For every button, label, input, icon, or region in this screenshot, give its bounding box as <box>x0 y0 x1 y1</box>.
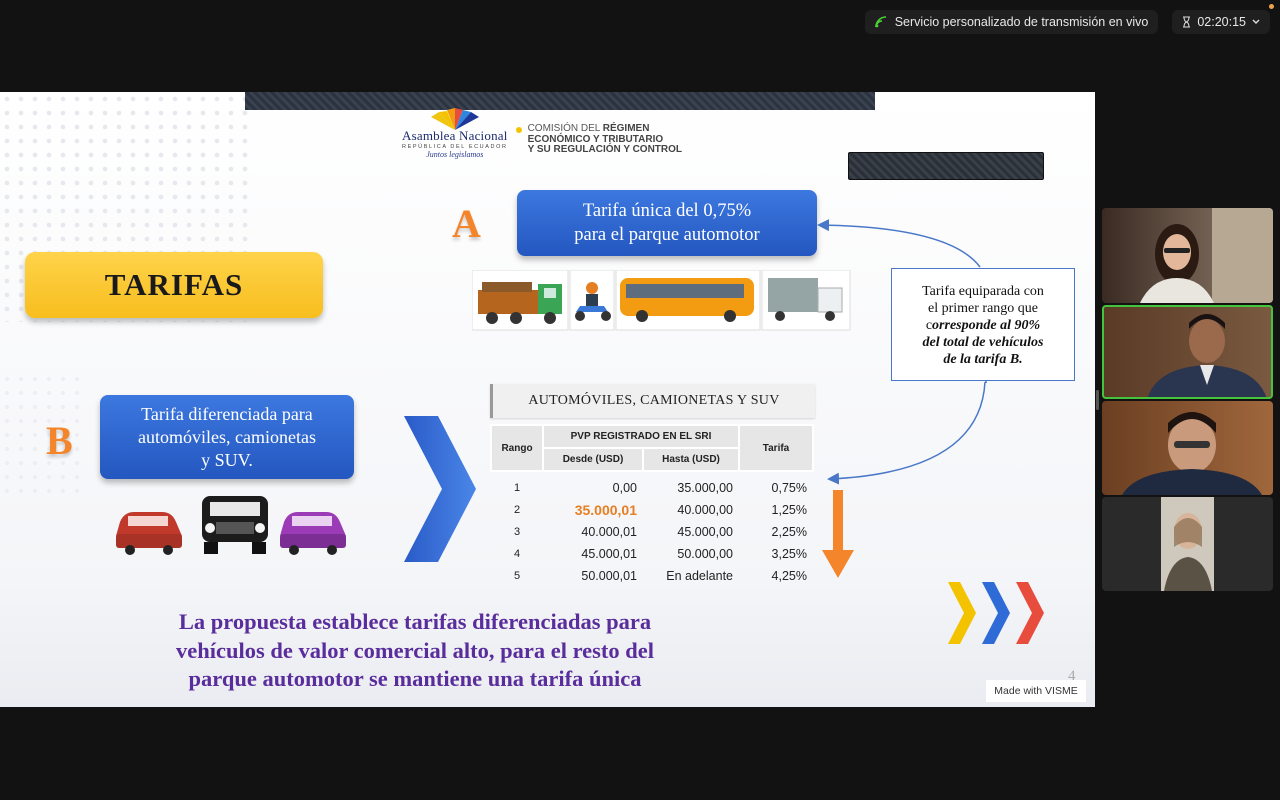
row-rate: 0,75% <box>771 481 807 495</box>
section-a-letter: A <box>452 201 481 246</box>
chevron-right-icon <box>404 416 476 562</box>
participant-avatar <box>1147 314 1267 399</box>
vehicle-images-a <box>472 270 851 331</box>
live-stream-label: Servicio personalizado de transmisión en… <box>894 15 1149 29</box>
participant-tile-1[interactable] <box>1102 208 1273 303</box>
dump-truck-icon <box>472 270 569 331</box>
red-car-icon <box>116 512 182 555</box>
row-to: 50.000,00 <box>677 547 733 561</box>
logo-name: Asamblea Nacional <box>402 128 508 143</box>
row-rate: 2,25% <box>771 525 807 539</box>
participant-avatar <box>1161 497 1214 591</box>
bottom-line2: vehículos de valor comercial alto, para … <box>175 637 655 663</box>
purple-car-icon <box>280 512 346 555</box>
meeting-timer[interactable]: 02:20:15 <box>1172 10 1270 34</box>
section-a-box: Tarifa única del 0,75% para el parque au… <box>517 190 817 256</box>
row-rate: 3,25% <box>771 547 807 561</box>
slide-title: TARIFAS <box>104 267 244 302</box>
panel-resize-handle[interactable] <box>1096 390 1099 410</box>
row-from: 35.000,01 <box>574 502 637 518</box>
row-to: 35.000,00 <box>677 481 733 495</box>
header-from: Desde (USD) <box>542 447 644 472</box>
commission-line1: COMISIÓN DEL <box>527 123 603 134</box>
row-range: 5 <box>513 570 521 582</box>
commission-line1-bold: RÉGIMEN <box>602 123 650 134</box>
table-row: 2 35.000,01 40.000,00 1,25% <box>491 499 813 521</box>
row-to: En adelante <box>666 569 733 583</box>
table-title: AUTOMÓVILES, CAMIONETAS Y SUV <box>490 384 815 418</box>
rate-table: AUTOMÓVILES, CAMIONETAS Y SUV Rango PVP … <box>490 384 820 587</box>
table-row: 1 0,00 35.000,00 0,75% <box>491 477 813 499</box>
commission-line3: Y SU REGULACIÓN Y CONTROL <box>527 144 683 155</box>
participant-avatar <box>1122 412 1262 495</box>
row-range: 3 <box>513 526 521 538</box>
visme-watermark: Made with VISME <box>986 680 1086 702</box>
vehicle-images-b <box>116 496 346 555</box>
rates-grid: Rango PVP REGISTRADO EN EL SRI Tarifa De… <box>490 424 814 587</box>
bottom-line3: parque automotor se mantiene una tarifa … <box>188 666 642 691</box>
table-row: 3 40.000,01 45.000,00 2,25% <box>491 521 813 543</box>
arrow-down-icon <box>822 490 854 578</box>
table-row: 5 50.000,01 En adelante 4,25% <box>491 565 813 587</box>
row-range: 4 <box>513 548 521 560</box>
redacted-box <box>848 152 1044 180</box>
section-a-line2: para el parque automotor <box>574 225 760 245</box>
header-to: Hasta (USD) <box>642 447 740 472</box>
section-b-line2: automóviles, camionetas <box>138 426 316 447</box>
row-from: 45.000,01 <box>581 547 637 561</box>
black-suv-icon <box>202 496 268 554</box>
sun-emblem-icon <box>430 108 479 130</box>
section-b-line3: y SUV. <box>201 449 253 470</box>
header-rate: Tarifa <box>738 424 814 472</box>
status-bar: Servicio personalizado de transmisión en… <box>864 10 1270 34</box>
bullet-dot <box>515 127 522 133</box>
section-a-line1: Tarifa única del 0,75% <box>582 201 752 221</box>
header-pvp: PVP REGISTRADO EN EL SRI <box>542 424 740 449</box>
section-b-letter: B <box>46 418 73 463</box>
hourglass-icon <box>1183 16 1191 28</box>
section-b-box: Tarifa diferenciada para automóviles, ca… <box>100 395 354 479</box>
row-range: 2 <box>513 504 521 516</box>
bus-icon <box>615 270 761 331</box>
timer-value: 02:20:15 <box>1197 15 1246 29</box>
row-range: 1 <box>513 482 521 494</box>
shared-screen: Asamblea Nacional REPÚBLICA DEL ECUADOR … <box>0 92 1095 707</box>
row-to: 40.000,00 <box>677 503 733 517</box>
logo-tagline: Juntos legislamos <box>426 150 484 159</box>
info-line3: orresponde al 90% <box>932 318 1041 333</box>
info-line1: Tarifa equiparada con <box>922 284 1044 299</box>
commission-line2: ECONÓMICO Y TRIBUTARIO <box>527 133 664 145</box>
commission-name: COMISIÓN DEL RÉGIMEN ECONÓMICO Y TRIBUTA… <box>515 123 683 156</box>
info-line5: de la tarifa B. <box>943 352 1023 367</box>
bottom-line1: La propuesta establece tarifas diferenci… <box>178 609 652 634</box>
table-row: 4 45.000,01 50.000,00 3,25% <box>491 543 813 565</box>
row-from: 40.000,01 <box>581 525 637 539</box>
row-rate: 4,25% <box>771 569 807 583</box>
participant-tile-4[interactable] <box>1102 497 1273 591</box>
header-range: Rango <box>490 424 544 472</box>
row-from: 50.000,01 <box>581 569 637 583</box>
info-line2: el primer rango que <box>927 301 1038 316</box>
assembly-logo: Asamblea Nacional REPÚBLICA DEL ECUADOR … <box>402 108 682 159</box>
row-to: 45.000,00 <box>677 525 733 539</box>
info-line4: del total de vehículos <box>922 335 1044 350</box>
chevron-down-icon <box>1252 19 1260 24</box>
scooter-icon <box>569 270 615 331</box>
info-callout: Tarifa equiparada con el primer rango qu… <box>891 268 1075 381</box>
slide-title-box: TARIFAS <box>25 252 323 318</box>
section-b-line1: Tarifa diferenciada para <box>141 403 313 424</box>
notification-dot <box>1269 4 1274 9</box>
meeting-window: Servicio personalizado de transmisión en… <box>0 0 1280 800</box>
signal-icon <box>874 16 886 28</box>
participant-tile-3[interactable] <box>1102 401 1273 495</box>
row-rate: 1,25% <box>771 503 807 517</box>
flag-chevrons-icon <box>948 582 1044 644</box>
participant-avatar <box>1140 208 1273 303</box>
row-from: 0,00 <box>612 481 637 495</box>
participant-tile-2-speaking[interactable] <box>1102 305 1273 399</box>
bottom-statement: La propuesta establece tarifas diferenci… <box>95 608 735 694</box>
live-stream-indicator[interactable]: Servicio personalizado de transmisión en… <box>864 10 1159 34</box>
